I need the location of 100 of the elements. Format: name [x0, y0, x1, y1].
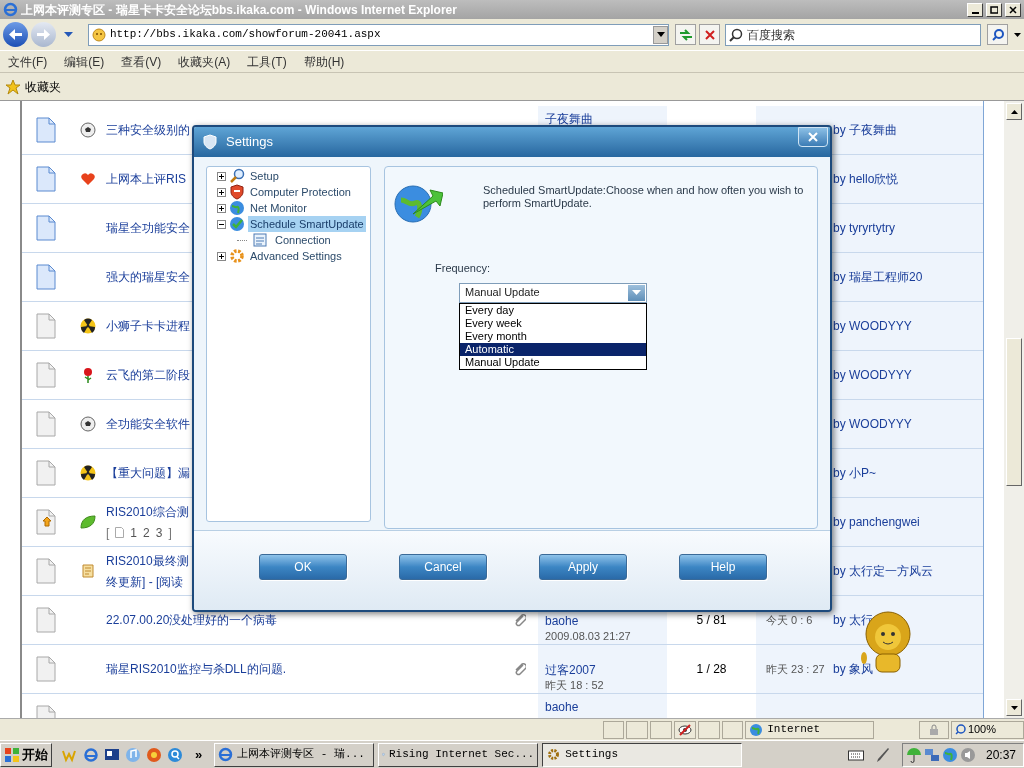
bracket-text: [	[106, 524, 110, 542]
tree-item[interactable]: Advanced Settings	[248, 247, 344, 265]
dropdown-option[interactable]: Automatic	[460, 342, 646, 356]
keyboard-icon[interactable]	[848, 748, 864, 761]
last-poster-text: by hello欣悦	[833, 171, 899, 188]
menu-item[interactable]: 编辑(E)	[64, 52, 105, 71]
scroll-down-icon[interactable]	[1010, 705, 1018, 710]
back-arrow-icon	[9, 29, 22, 40]
expand-icon[interactable]	[217, 187, 226, 197]
magnifier-icon	[954, 724, 966, 735]
last-poster-text: by 象风	[833, 661, 873, 678]
search-icon	[991, 28, 1004, 41]
pen-icon[interactable]	[876, 746, 890, 763]
tree-item[interactable]: Net Monitor	[248, 199, 309, 217]
last-poster-text: by 小P~	[833, 465, 877, 482]
topic-link[interactable]: 22.07.00.20没处理好的一个病毒	[106, 611, 514, 629]
stop-button[interactable]	[699, 24, 721, 45]
address-field[interactable]: http://bbs.ikaka.com/showforum-20041.aspx	[87, 23, 670, 46]
dialog-button[interactable]: Apply	[539, 554, 627, 580]
page-link[interactable]: 2	[143, 523, 150, 542]
topic-doc-icon	[36, 362, 56, 388]
post-date: 昨天 18 : 52	[545, 678, 605, 692]
zoom-button[interactable]: 100%	[950, 720, 1024, 739]
status-bar-panel	[650, 720, 672, 739]
dropdown-option[interactable]: Manual Update	[460, 355, 646, 369]
page-icon	[115, 527, 125, 538]
author-link[interactable]: baohe	[545, 614, 660, 628]
new-topic-doc-icon	[36, 166, 56, 192]
menu-item[interactable]: 帮助(H)	[303, 52, 345, 71]
expand-icon[interactable]	[217, 171, 226, 181]
new-topic-doc-icon	[36, 215, 56, 241]
history-dropdown-icon[interactable]	[62, 30, 75, 39]
refresh-button[interactable]	[675, 24, 697, 45]
page-link[interactable]: 3	[155, 523, 163, 542]
collapse-icon[interactable]	[217, 219, 226, 229]
dropdown-option[interactable]: Every day	[460, 303, 646, 317]
dialog-button[interactable]: Help	[679, 554, 767, 580]
tree-item[interactable]: Schedule SmartUpdate	[248, 215, 366, 233]
page-link[interactable]: 1	[130, 523, 138, 542]
favorites-button[interactable]: 收藏夹	[25, 77, 61, 96]
minimize-icon	[971, 11, 979, 14]
menu-item[interactable]: 工具(T)	[247, 52, 287, 71]
tree-item[interactable]: Computer Protection	[248, 183, 353, 201]
author-link[interactable]: 子夜舞曲	[545, 110, 660, 128]
dropdown-option[interactable]: Every week	[460, 316, 646, 330]
menu-item[interactable]: 文件(F)	[8, 52, 48, 71]
reply-count: 1 / 28	[696, 661, 727, 678]
ie-logo-icon	[218, 747, 234, 762]
search-options-icon[interactable]	[1014, 32, 1021, 37]
search-field[interactable]: 百度搜索	[725, 23, 981, 46]
speaker-icon[interactable]	[960, 746, 976, 763]
author-link[interactable]: baohe	[545, 698, 660, 716]
menu-item[interactable]: 收藏夹(A)	[178, 52, 231, 71]
close-icon	[704, 29, 715, 40]
expand-icon[interactable]	[217, 203, 226, 213]
search-button[interactable]	[987, 24, 1008, 45]
author-link[interactable]: 过客2007	[545, 663, 660, 677]
topic-doc-icon	[36, 313, 56, 339]
radiation-icon	[80, 318, 96, 334]
taskbar-button[interactable]: Settings	[542, 742, 743, 767]
taskbar-button[interactable]: Rising Internet Sec...	[378, 742, 539, 767]
hot-topic-doc-icon	[36, 509, 56, 535]
star-icon	[5, 78, 21, 95]
ie-logo-icon[interactable]	[83, 746, 99, 763]
settings-icon	[546, 747, 562, 762]
tree-item[interactable]: Setup	[248, 167, 281, 185]
windows-logo-icon	[4, 746, 20, 763]
dropdown-arrow-icon[interactable]	[656, 32, 665, 37]
dialog-button[interactable]: OK	[259, 554, 347, 580]
search-input[interactable]: 百度搜索	[747, 25, 980, 44]
dialog-button[interactable]: Cancel	[399, 554, 487, 580]
bracket-text: ]	[168, 524, 172, 542]
tree-item[interactable]: Connection	[273, 231, 333, 249]
scrollbar-thumb[interactable]	[1006, 338, 1022, 486]
vertical-scrollbar[interactable]	[1004, 101, 1024, 718]
menu-item[interactable]: 查看(V)	[121, 52, 162, 71]
maximize-icon	[990, 5, 998, 14]
topic-link[interactable]: 瑞星RIS2010监控与杀DLL的问题.	[106, 660, 514, 678]
desktop-icon[interactable]	[104, 746, 120, 763]
topic-doc-icon	[36, 656, 56, 682]
maximize-button[interactable]	[986, 2, 1002, 17]
leaf-icon	[80, 514, 96, 530]
umbrella-icon[interactable]	[906, 746, 922, 763]
back-button[interactable]	[3, 22, 28, 47]
scroll-up-icon[interactable]	[1010, 109, 1018, 114]
start-button[interactable]: 开始	[0, 742, 52, 767]
network-computers-icon[interactable]	[924, 746, 940, 763]
dropdown-option[interactable]: Every month	[460, 329, 646, 343]
topic-doc-icon	[36, 460, 56, 486]
new-topic-doc-icon	[36, 264, 56, 290]
dialog-title: Settings	[226, 133, 274, 152]
frequency-dropdown[interactable]: Manual Update	[459, 282, 647, 303]
search-icon[interactable]	[167, 746, 183, 763]
gear-icon	[229, 248, 245, 264]
status-bar-panel	[602, 720, 625, 739]
expand-icon[interactable]	[217, 251, 226, 261]
taskbar-button[interactable]: 上网本评测专区 - 瑞...	[214, 742, 375, 767]
more-quicklaunch-button[interactable]: »	[187, 744, 211, 765]
privacy-eye-icon	[677, 722, 692, 737]
minimize-button[interactable]	[967, 2, 983, 17]
